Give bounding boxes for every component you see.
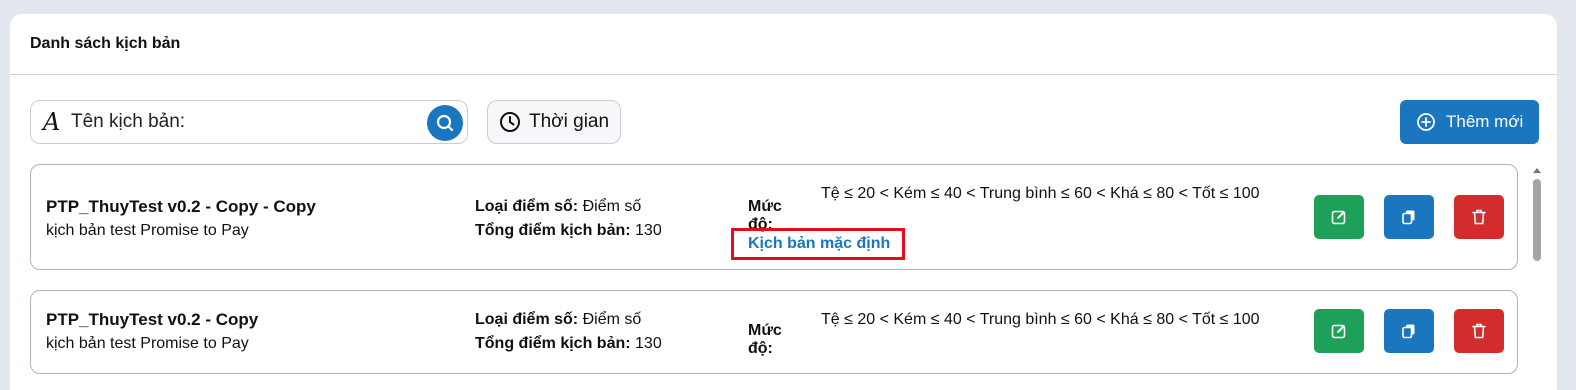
score-cell: Loại điểm số: Điểm số Tổng điểm kịch bản… [475,195,662,243]
panel-title: Danh sách kịch bản [30,35,181,52]
font-icon: A [43,108,61,136]
script-name: PTP_ThuyTest v0.2 - Copy - Copy [46,197,316,216]
copy-button[interactable] [1384,195,1434,239]
plus-circle-icon [1417,113,1435,131]
time-filter-label: Thời gian [529,111,610,132]
script-row: PTP_ThuyTest v0.2 - Copy - Copy kịch bản… [30,164,1518,270]
level-label: Mức độ: [748,322,782,357]
script-description: kịch bản test Promise to Pay [46,222,249,239]
scroll-thumb[interactable] [1533,179,1541,261]
trash-icon [1472,323,1486,339]
copy-icon [1402,210,1415,225]
copy-button[interactable] [1384,309,1434,353]
score-type-value: Điểm số [582,198,642,215]
total-score-label: Tổng điểm kịch bản: [475,222,631,239]
trash-icon [1472,209,1486,225]
script-name: PTP_ThuyTest v0.2 - Copy [46,310,259,329]
scrollbar[interactable] [1530,164,1544,390]
edit-icon [1331,210,1346,225]
search-input[interactable] [71,111,411,133]
script-name-cell: PTP_ThuyTest v0.2 - Copy kịch bản test P… [46,308,258,356]
panel-header: Danh sách kịch bản [10,14,1557,75]
add-new-button[interactable]: Thêm mới [1400,100,1539,144]
total-score-label: Tổng điểm kịch bản: [475,335,631,352]
level-text: Tệ ≤ 20 < Kém ≤ 40 < Trung bình ≤ 60 < K… [821,185,1260,202]
search-button[interactable] [427,105,463,141]
level-text: Tệ ≤ 20 < Kém ≤ 40 < Trung bình ≤ 60 < K… [821,311,1260,328]
script-name-cell: PTP_ThuyTest v0.2 - Copy - Copy kịch bản… [46,195,316,243]
score-type-label: Loại điểm số: [475,198,579,215]
edit-button[interactable] [1314,195,1364,239]
search-icon [436,114,454,132]
script-list-panel: Danh sách kịch bản A Thời gian Thêm mới … [10,14,1557,390]
delete-button[interactable] [1454,195,1504,239]
edit-icon [1331,324,1346,339]
copy-icon [1402,324,1415,339]
search-box[interactable]: A [30,100,468,144]
add-new-label: Thêm mới [1446,112,1524,131]
time-filter-button[interactable]: Thời gian [487,100,621,144]
score-cell: Loại điểm số: Điểm số Tổng điểm kịch bản… [475,308,662,356]
score-type-value: Điểm số [582,311,642,328]
edit-button[interactable] [1314,309,1364,353]
script-description: kịch bản test Promise to Pay [46,335,249,352]
total-score-value: 130 [635,222,662,239]
script-row: PTP_ThuyTest v0.2 - Copy kịch bản test P… [30,290,1518,374]
default-script-tag[interactable]: Kịch bản mặc định [731,228,906,260]
scroll-up-arrow[interactable] [1533,168,1541,173]
delete-button[interactable] [1454,309,1504,353]
total-score-value: 130 [635,335,662,352]
clock-icon [500,112,520,132]
default-script-label: Kịch bản mặc định [748,235,891,252]
score-type-label: Loại điểm số: [475,311,579,328]
